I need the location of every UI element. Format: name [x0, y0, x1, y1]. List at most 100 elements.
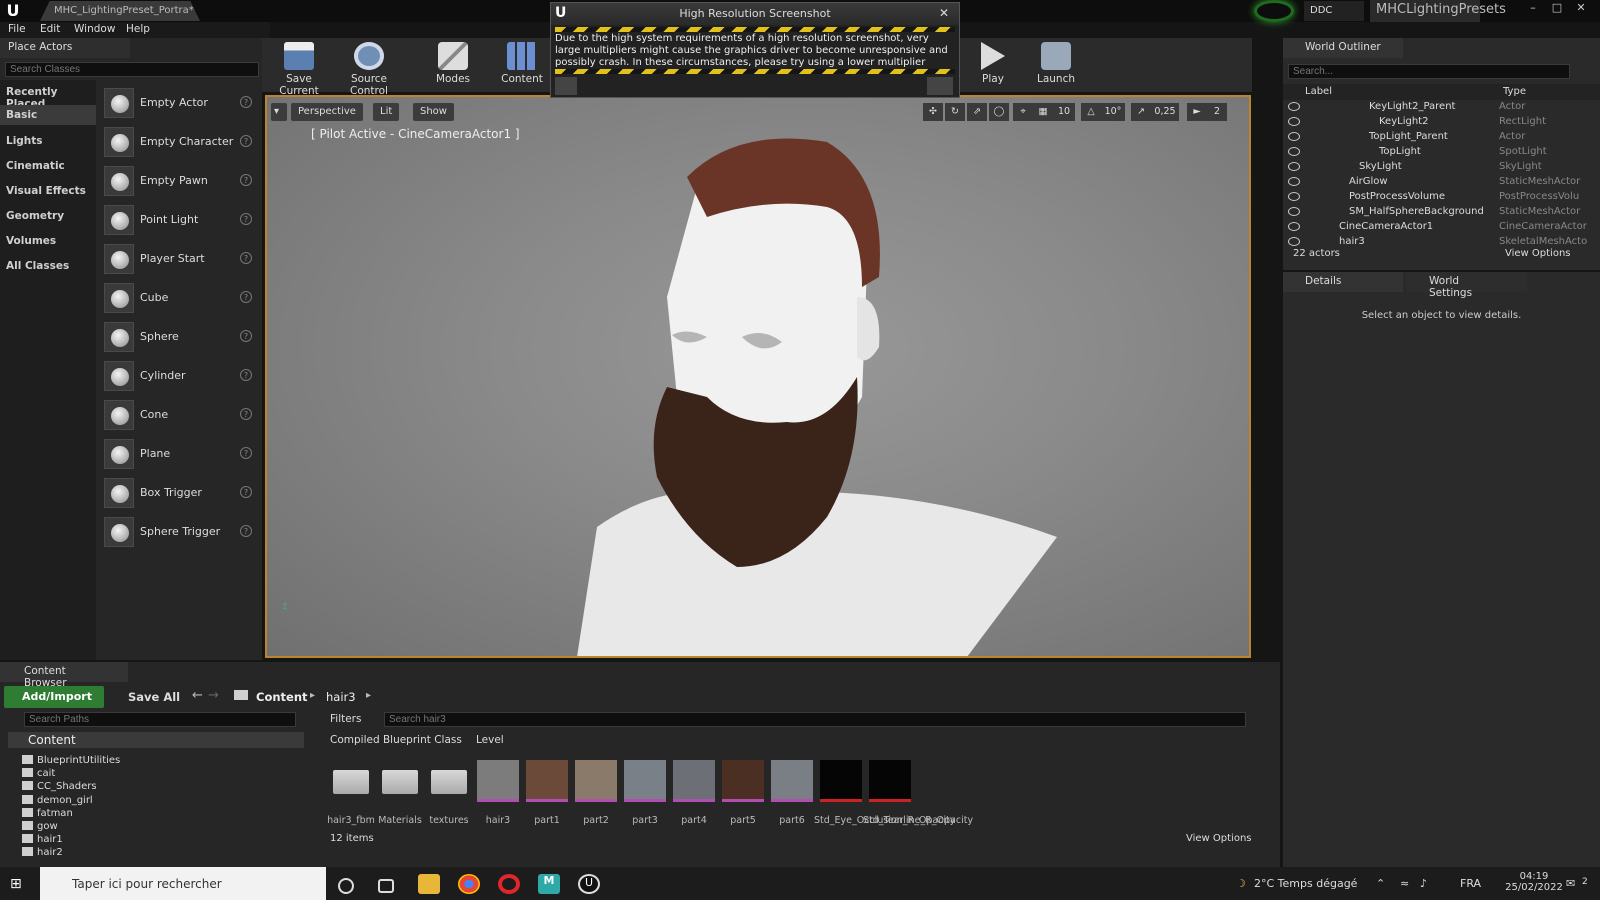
help-icon[interactable]: ?	[240, 408, 252, 420]
outliner-row[interactable]: SkyLight SkyLight	[1283, 160, 1600, 175]
visibility-eye-icon[interactable]	[1288, 192, 1300, 201]
actor-item[interactable]: Sphere?	[102, 320, 258, 354]
clock[interactable]: 04:19 25/02/2022	[1504, 871, 1564, 893]
actor-item[interactable]: Point Light?	[102, 203, 258, 237]
category-geometry[interactable]: Geometry	[6, 210, 64, 222]
content-button[interactable]: Content	[500, 42, 544, 90]
tree-folder-item[interactable]: fatman	[22, 807, 73, 819]
grid-size-value[interactable]: 10	[1053, 103, 1075, 121]
visibility-eye-icon[interactable]	[1288, 222, 1300, 231]
asset-thumbnail[interactable]	[575, 760, 617, 802]
camera-speed-icon[interactable]: ►	[1187, 103, 1207, 121]
filter-chip-blueprint[interactable]: Compiled Blueprint Class	[330, 734, 462, 746]
visibility-eye-icon[interactable]	[1288, 207, 1300, 216]
help-icon[interactable]: ?	[240, 486, 252, 498]
back-arrow-icon[interactable]: ←	[192, 688, 203, 703]
taskbar-search-input[interactable]: Taper ici pour rechercher	[40, 867, 326, 900]
source-control-status-icon[interactable]	[1254, 0, 1294, 22]
tab-details[interactable]: Details	[1283, 272, 1403, 292]
notifications-icon[interactable]: ✉	[1566, 877, 1575, 890]
perspective-button[interactable]: Perspective	[291, 103, 363, 121]
dialog-close-icon[interactable]: ✕	[939, 6, 949, 20]
actor-item[interactable]: Cone?	[102, 398, 258, 432]
breadcrumb-hair3[interactable]: hair3	[326, 690, 356, 704]
search-paths-input[interactable]	[24, 712, 296, 727]
tree-folder-item[interactable]: cait	[22, 768, 55, 779]
outliner-row[interactable]: PostProcessVolume PostProcessVolu	[1283, 190, 1600, 205]
grid-snap-icon[interactable]: ▦	[1033, 103, 1053, 121]
rotation-snap-icon[interactable]: △	[1081, 103, 1101, 121]
actor-item[interactable]: Empty Character?	[102, 125, 258, 159]
play-button[interactable]: Play	[976, 42, 1010, 90]
type-column[interactable]: Type	[1503, 86, 1526, 97]
category-basic[interactable]: Basic	[0, 105, 96, 125]
save-all-button[interactable]: Save All	[112, 690, 180, 704]
tree-folder-item[interactable]: hair2	[22, 847, 63, 858]
viewport-options-button[interactable]: ▾	[271, 103, 287, 121]
category-cinematic[interactable]: Cinematic	[6, 160, 65, 172]
actor-item[interactable]: Plane?	[102, 437, 258, 471]
visibility-eye-icon[interactable]	[1288, 162, 1300, 171]
actor-item[interactable]: Empty Actor?	[102, 86, 258, 120]
modes-button[interactable]: Modes	[434, 42, 472, 90]
launch-button[interactable]: Launch	[1036, 42, 1076, 90]
asset-folder-icon[interactable]	[431, 770, 467, 794]
outliner-row[interactable]: KeyLight2 RectLight	[1283, 115, 1600, 130]
visibility-eye-icon[interactable]	[1288, 132, 1300, 141]
rotate-icon[interactable]: ↻	[945, 103, 965, 121]
help-icon[interactable]: ?	[240, 330, 252, 342]
asset-thumbnail[interactable]	[477, 760, 519, 802]
asset-thumbnail[interactable]	[624, 760, 666, 802]
actor-item[interactable]: Sphere Trigger?	[102, 515, 258, 549]
help-icon[interactable]: ?	[240, 291, 252, 303]
chrome-icon[interactable]	[458, 874, 480, 894]
capture-camera-icon[interactable]	[927, 77, 953, 95]
breadcrumb-separator-icon[interactable]: ▸	[366, 690, 371, 701]
level-viewport[interactable]: ▾ Perspective Lit Show [ Pilot Active - …	[265, 95, 1251, 658]
visibility-eye-icon[interactable]	[1288, 237, 1300, 246]
actor-item[interactable]: Player Start?	[102, 242, 258, 276]
outliner-row[interactable]: TopLight_Parent Actor	[1283, 130, 1600, 145]
tree-folder-item[interactable]: BlueprintUtilities	[22, 755, 120, 766]
surface-snap-icon[interactable]: ⌖	[1013, 103, 1033, 121]
weather-text[interactable]: 2°C Temps dégagé	[1254, 877, 1357, 890]
volume-icon[interactable]: ♪	[1420, 877, 1427, 890]
metahuman-icon[interactable]: M	[538, 874, 560, 894]
menu-file[interactable]: File	[8, 23, 26, 35]
category-all-classes[interactable]: All Classes	[6, 260, 69, 272]
outliner-search-input[interactable]	[1288, 64, 1570, 79]
rotation-snap-value[interactable]: 10°	[1101, 103, 1125, 121]
asset-thumbnail[interactable]	[869, 760, 911, 802]
forward-arrow-icon[interactable]: →	[208, 688, 219, 703]
asset-thumbnail[interactable]	[722, 760, 764, 802]
outliner-row[interactable]: hair3 SkeletalMeshActo	[1283, 235, 1600, 250]
asset-folder-icon[interactable]	[333, 770, 369, 794]
search-assets-input[interactable]	[384, 712, 1246, 727]
breadcrumb-content[interactable]: Content	[256, 690, 308, 704]
ddc-indicator[interactable]: DDC	[1304, 1, 1364, 21]
outliner-row[interactable]: TopLight SpotLight	[1283, 145, 1600, 160]
actor-item[interactable]: Box Trigger?	[102, 476, 258, 510]
tab-place-actors[interactable]: Place Actors	[0, 38, 130, 58]
camera-speed-value[interactable]: 2	[1207, 103, 1227, 121]
help-icon[interactable]: ?	[240, 96, 252, 108]
network-icon[interactable]: ≈	[1400, 877, 1409, 890]
scale-icon[interactable]: ⇗	[967, 103, 987, 121]
maximize-icon[interactable]: □	[1546, 1, 1568, 17]
tree-folder-item[interactable]: gow	[22, 821, 58, 832]
help-icon[interactable]: ?	[240, 525, 252, 537]
actor-item[interactable]: Empty Pawn?	[102, 164, 258, 198]
save-current-button[interactable]: Save Current	[268, 42, 330, 97]
tab-content-browser[interactable]: Content Browser	[0, 662, 128, 689]
outliner-row[interactable]: SM_HalfSphereBackground StaticMeshActor	[1283, 205, 1600, 220]
actor-item[interactable]: Cube?	[102, 281, 258, 315]
minimize-icon[interactable]: –	[1522, 1, 1544, 17]
visibility-eye-icon[interactable]	[1288, 102, 1300, 111]
help-icon[interactable]: ?	[240, 447, 252, 459]
category-volumes[interactable]: Volumes	[6, 235, 56, 247]
outliner-row[interactable]: AirGlow StaticMeshActor	[1283, 175, 1600, 190]
source-control-button[interactable]: Source Control	[334, 42, 404, 97]
task-view-icon[interactable]	[378, 879, 394, 893]
show-button[interactable]: Show	[413, 103, 454, 121]
windows-start-icon[interactable]: ⊞	[10, 876, 28, 892]
